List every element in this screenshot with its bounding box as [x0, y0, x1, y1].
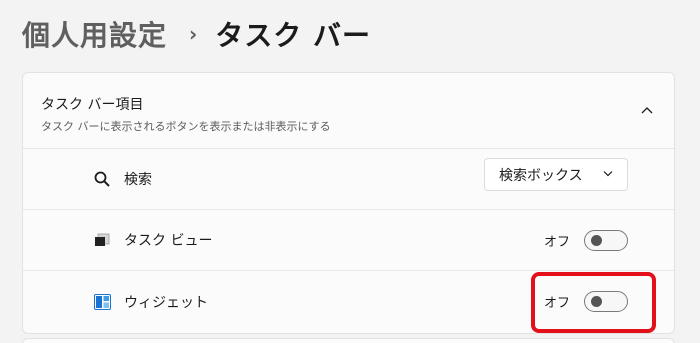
chevron-up-icon [641, 107, 653, 114]
setting-row-search: 検索 検索ボックス [23, 149, 674, 210]
search-icon [93, 170, 111, 188]
page-title: タスク バー [215, 19, 372, 52]
taskbar-items-panel: タスク バー項目 タスク バーに表示されるボタンを表示または非表示にする 検索 … [22, 72, 675, 334]
task-view-label: タスク ビュー [124, 233, 213, 249]
toggle-knob [591, 234, 602, 246]
widgets-state-label: オフ [544, 296, 571, 311]
toggle-knob [591, 296, 602, 307]
collapse-button[interactable] [634, 97, 660, 123]
section-subtitle: タスク バーに表示されるボタンを表示または非表示にする [41, 120, 331, 133]
section-title: タスク バー項目 [41, 97, 144, 113]
breadcrumb-separator-icon: › [189, 22, 198, 46]
setting-row-task-view: タスク ビュー オフ [23, 210, 674, 271]
search-label: 検索 [124, 172, 152, 188]
setting-row-widgets: ウィジェット オフ [23, 271, 674, 332]
task-view-toggle[interactable] [584, 229, 628, 251]
breadcrumb: 個人用設定 › タスク バー [22, 14, 371, 54]
section-header[interactable]: タスク バー項目 タスク バーに表示されるボタンを表示または非表示にする [23, 73, 674, 149]
widgets-icon [93, 293, 111, 311]
dropdown-value: 検索ボックス [499, 167, 583, 184]
widgets-toggle[interactable] [584, 291, 628, 312]
search-mode-dropdown[interactable]: 検索ボックス [484, 158, 628, 191]
chevron-down-icon [603, 171, 613, 177]
breadcrumb-parent[interactable]: 個人用設定 [22, 14, 167, 54]
widgets-label: ウィジェット [124, 294, 208, 311]
task-view-state-label: オフ [544, 234, 571, 250]
task-view-icon [93, 231, 111, 249]
next-panel-edge [22, 338, 675, 343]
